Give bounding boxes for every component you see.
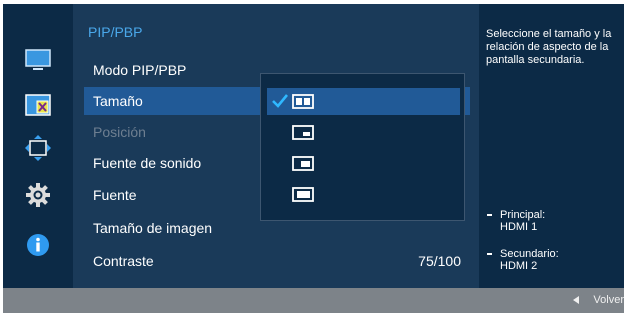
principal-value: HDMI 1: [500, 221, 538, 233]
back-button[interactable]: Volver: [573, 294, 624, 306]
size-option-pip-large[interactable]: [267, 181, 460, 208]
osd-menu: PIP/PBP Modo PIP/PBP Tamaño Posición Fue…: [3, 4, 624, 313]
secundario-label: Secundario:: [500, 248, 559, 260]
bottom-bar: Volver: [3, 288, 624, 313]
menu-item-label: Posición: [93, 124, 146, 140]
pip-pbp-icon[interactable]: [23, 90, 53, 120]
left-arrow-icon: [573, 296, 580, 305]
system-gear-icon[interactable]: [23, 180, 53, 210]
size-option-pbp-split[interactable]: [267, 88, 460, 115]
onscreen-display-icon[interactable]: [23, 133, 53, 163]
menu-item-label: Tamaño de imagen: [93, 220, 213, 236]
menu-title: PIP/PBP: [88, 24, 143, 40]
secundario-value: HDMI 2: [500, 260, 538, 272]
size-dropdown: [260, 73, 465, 221]
menu-item-label: Modo PIP/PBP: [93, 62, 187, 78]
help-description: Seleccione el tamaño y la relación de as…: [486, 28, 612, 66]
menu-item-label: Contraste: [93, 253, 154, 269]
category-sidebar: [3, 4, 73, 288]
pip-medium-icon: [292, 156, 314, 171]
menu-item-label: Fuente: [93, 187, 137, 203]
information-icon[interactable]: [23, 230, 53, 260]
size-option-pip-small[interactable]: [267, 119, 460, 146]
help-panel: Seleccione el tamaño y la relación de as…: [479, 4, 624, 288]
secundario-info: Secundario: HDMI 2: [486, 248, 559, 272]
menu-item-label: Tamaño: [93, 93, 143, 109]
back-label: Volver: [593, 294, 624, 306]
principal-info: Principal: HDMI 1: [486, 209, 545, 233]
pip-large-icon: [292, 187, 314, 202]
picture-monitor-icon[interactable]: [23, 45, 53, 75]
pip-small-icon: [292, 125, 314, 140]
menu-item-contraste[interactable]: Contraste 75/100: [84, 247, 470, 275]
pbp-split-icon: [292, 94, 314, 109]
principal-label: Principal:: [500, 209, 546, 221]
checkmark-icon: [272, 94, 289, 108]
contraste-value: 75/100: [418, 253, 461, 269]
menu-item-label: Fuente de sonido: [93, 155, 202, 171]
size-option-pip-medium[interactable]: [267, 150, 460, 177]
